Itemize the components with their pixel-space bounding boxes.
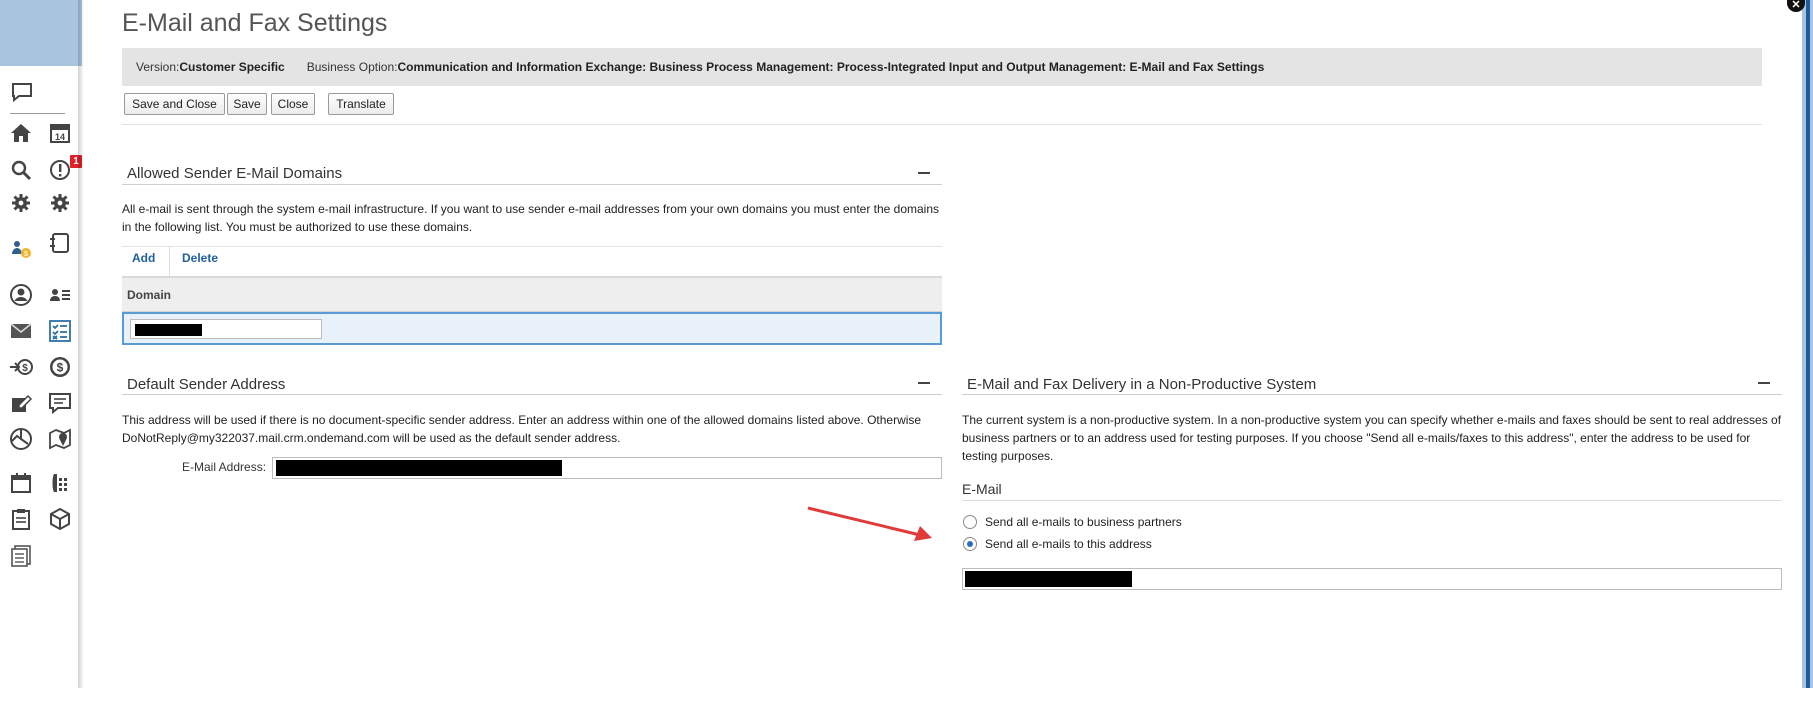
allowed-domains-divider: [122, 184, 942, 185]
radio-send-to-address[interactable]: [963, 537, 977, 551]
delete-link[interactable]: Delete: [182, 251, 218, 265]
email-heading-divider: [962, 500, 1782, 501]
close-button[interactable]: Close: [271, 93, 315, 115]
people-money-icon[interactable]: $: [8, 236, 34, 262]
dollar-icon[interactable]: $: [47, 354, 73, 380]
settings-alt-icon[interactable]: [47, 190, 73, 216]
collapse-allowed-domains-icon[interactable]: [918, 172, 930, 174]
business-option-label: Business Option:: [306, 60, 398, 74]
map-icon[interactable]: [47, 426, 73, 452]
bottom-strip: [0, 688, 1813, 721]
translate-button[interactable]: Translate: [328, 93, 394, 115]
toolbar-divider: [122, 124, 1762, 125]
add-link[interactable]: Add: [132, 251, 155, 265]
svg-text:$: $: [57, 361, 64, 375]
table-row[interactable]: [122, 312, 942, 345]
redacted-domain: [135, 324, 202, 336]
link-separator: [169, 247, 170, 277]
money-in-icon[interactable]: $: [8, 354, 34, 380]
allowed-domains-description: All e-mail is sent through the system e-…: [122, 202, 940, 234]
info-bar: Version:Customer Specific Business Option…: [122, 48, 1762, 86]
notebook-icon[interactable]: [47, 230, 73, 256]
default-sender-title: Default Sender Address: [127, 376, 286, 393]
version-value: Customer Specific: [179, 60, 285, 74]
documents-icon[interactable]: [8, 543, 34, 569]
delivery-description: The current system is a non-productive s…: [962, 413, 1782, 463]
version-label: Version:: [136, 60, 180, 74]
test-address-field[interactable]: [962, 568, 1782, 590]
schedule-icon[interactable]: [8, 470, 34, 496]
home-icon[interactable]: [8, 120, 34, 146]
svg-text:$: $: [22, 363, 28, 374]
mail-icon[interactable]: [8, 318, 34, 344]
screen: 14 1 $ $ $ ✕ E-Mail and Fax Settings Ver…: [0, 0, 1813, 721]
svg-text:$: $: [24, 251, 28, 258]
pencil-doc-icon[interactable]: [8, 390, 34, 416]
feedback-icon[interactable]: [9, 79, 35, 105]
radio-send-to-address-label[interactable]: Send all e-mails to this address: [985, 537, 1152, 551]
checklist-icon[interactable]: [47, 318, 73, 344]
save-and-close-button[interactable]: Save and Close: [124, 93, 225, 115]
svg-text:14: 14: [55, 132, 65, 142]
settings-icon[interactable]: [8, 190, 34, 216]
default-sender-divider: [122, 394, 942, 395]
domain-column-header[interactable]: Domain: [122, 276, 942, 312]
rail-separator: [10, 113, 65, 114]
delivery-title: E-Mail and Fax Delivery in a Non-Product…: [967, 376, 1317, 393]
email-address-label: E-Mail Address:: [182, 460, 267, 474]
calendar-icon[interactable]: 14: [47, 120, 73, 146]
right-dashed-marker: [1802, 262, 1812, 362]
business-option-value: Communication and Information Exchange: …: [397, 60, 1265, 74]
account-icon[interactable]: [8, 282, 34, 308]
cube-icon[interactable]: [47, 506, 73, 532]
contacts-list-icon[interactable]: [47, 282, 73, 308]
redacted-email: [276, 460, 562, 476]
delivery-divider: [962, 394, 1782, 395]
clipboard-icon[interactable]: [8, 506, 34, 532]
domain-input[interactable]: [130, 319, 322, 339]
rail-shadow: [78, 0, 84, 688]
annotation-arrow: [807, 506, 932, 541]
radio-send-to-partners-label[interactable]: Send all e-mails to business partners: [985, 515, 1182, 529]
chat-icon[interactable]: [47, 390, 73, 416]
allowed-domains-title: Allowed Sender E-Mail Domains: [127, 165, 343, 182]
collapse-default-sender-icon[interactable]: [918, 382, 930, 384]
default-sender-description: This address will be used if there is no…: [122, 413, 922, 445]
analytics-icon[interactable]: [8, 426, 34, 452]
email-address-field[interactable]: [272, 457, 942, 479]
redacted-test-address: [965, 571, 1132, 587]
collapse-delivery-icon[interactable]: [1758, 382, 1770, 384]
page-title: E-Mail and Fax Settings: [122, 9, 388, 37]
email-heading: E-Mail: [962, 481, 1002, 497]
domain-list-toolbar: [122, 246, 942, 276]
radio-send-to-partners[interactable]: [963, 515, 977, 529]
phone-icon[interactable]: [47, 470, 73, 496]
save-button[interactable]: Save: [227, 93, 267, 115]
search-icon[interactable]: [8, 157, 34, 183]
